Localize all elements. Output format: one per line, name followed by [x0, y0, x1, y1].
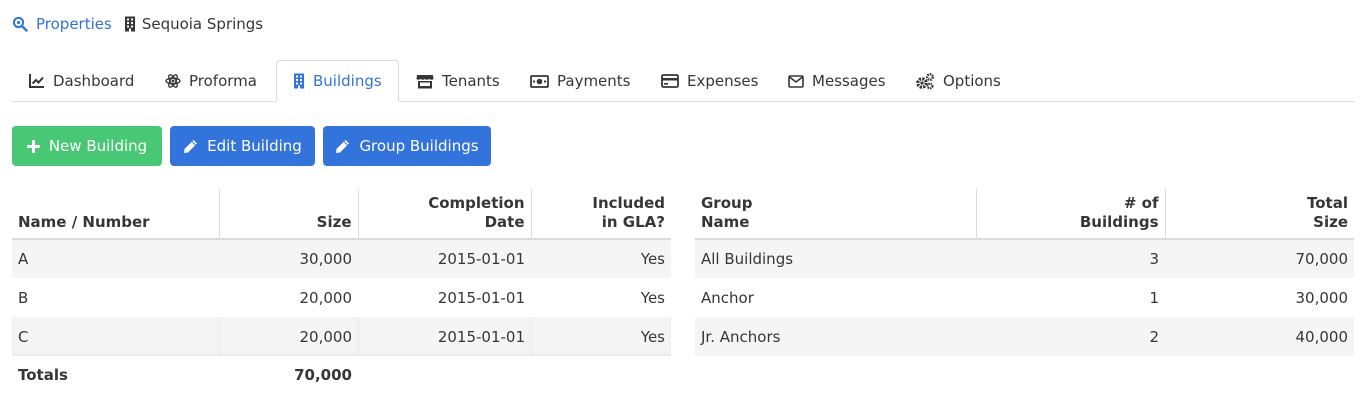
breadcrumb-properties-link[interactable]: Properties: [12, 15, 112, 33]
table-row[interactable]: A 30,000 2015-01-01 Yes: [12, 239, 671, 278]
pencil-icon: [336, 139, 350, 153]
tab-expenses[interactable]: Expenses: [661, 60, 758, 102]
table-row[interactable]: Anchor 1 30,000: [695, 278, 1354, 317]
building-icon: [294, 73, 304, 89]
cell-gla: Yes: [531, 317, 671, 356]
cell-size: 20,000: [299, 288, 353, 307]
store-icon: [416, 74, 434, 88]
breadcrumb: Properties Sequoia Springs: [12, 14, 263, 34]
tab-tenants-label: Tenants: [442, 72, 500, 90]
cell-group-name: Anchor: [701, 288, 754, 307]
cell-name: A: [12, 239, 219, 278]
tab-payments-label: Payments: [557, 72, 631, 90]
totals-empty-cell: [358, 356, 531, 394]
tab-buildings[interactable]: Buildings: [276, 60, 399, 102]
cell-gla: Yes: [640, 288, 665, 307]
tab-tenants[interactable]: Tenants: [416, 60, 500, 102]
envelope-icon: [788, 74, 804, 88]
header-name-number[interactable]: Name / Number: [12, 189, 219, 240]
table-header-row: Name / Number Size Completion Date Includ…: [12, 189, 671, 240]
cell-building-count: 3: [976, 239, 1165, 278]
tab-messages[interactable]: Messages: [788, 60, 886, 102]
table-row[interactable]: C 20,000 2015-01-01 Yes: [12, 317, 671, 356]
cell-name: B: [18, 288, 29, 307]
header-number-of-buildings[interactable]: # of Buildings: [975, 189, 1165, 240]
cell-group-name: Jr. Anchors: [695, 317, 976, 356]
atom-icon: [165, 74, 181, 88]
table-row[interactable]: Jr. Anchors 2 40,000: [695, 317, 1354, 356]
cell-name: C: [12, 317, 219, 356]
tab-bar: Dashboard Proforma Buildings Tenants Pay…: [12, 60, 1354, 102]
building-groups-table: Group Name # of Buildings Total Size All Bu…: [695, 189, 1354, 356]
totals-size: 70,000: [219, 356, 358, 394]
totals-row: Totals 70,000: [12, 356, 671, 394]
cell-building-count: 2: [976, 317, 1165, 356]
tab-expenses-label: Expenses: [687, 72, 759, 90]
cell-date: 2015-01-01: [358, 317, 531, 356]
totals-empty-cell: [531, 356, 671, 394]
money-bill-icon: [530, 74, 549, 88]
tab-payments[interactable]: Payments: [530, 60, 630, 102]
cell-size: 30,000: [219, 239, 358, 278]
header-included-in-gla[interactable]: Included in GLA?: [530, 189, 671, 240]
new-building-label: New Building: [48, 137, 148, 155]
breadcrumb-current-label: Sequoia Springs: [141, 15, 264, 33]
group-buildings-label: Group Buildings: [359, 137, 479, 155]
tab-options[interactable]: Options: [915, 60, 1001, 102]
tab-dashboard[interactable]: Dashboard: [29, 60, 134, 102]
breadcrumb-properties-label: Properties: [36, 15, 112, 33]
search-icon: [12, 16, 28, 32]
tab-options-label: Options: [943, 72, 1001, 90]
tab-dashboard-label: Dashboard: [53, 72, 135, 90]
header-group-name[interactable]: Group Name: [695, 189, 976, 240]
cell-size: 20,000: [219, 317, 358, 356]
cell-date: 2015-01-01: [358, 239, 531, 278]
cell-date: 2015-01-01: [437, 288, 525, 307]
tab-messages-label: Messages: [812, 72, 886, 90]
edit-building-button[interactable]: Edit Building: [170, 126, 315, 166]
header-completion-date[interactable]: Completion Date: [357, 189, 531, 240]
group-buildings-button[interactable]: Group Buildings: [323, 126, 491, 166]
header-size[interactable]: Size: [218, 189, 358, 240]
tab-buildings-label: Buildings: [313, 72, 382, 90]
credit-card-icon: [661, 74, 679, 88]
breadcrumb-current: Sequoia Springs: [124, 15, 263, 33]
cell-total-size: 70,000: [1165, 239, 1354, 278]
tab-proforma[interactable]: Proforma: [165, 60, 257, 102]
cell-group-name: All Buildings: [695, 239, 976, 278]
table-row[interactable]: B 20,000 2015-01-01 Yes: [12, 278, 671, 317]
tab-proforma-label: Proforma: [189, 72, 257, 90]
table-header-row: Group Name # of Buildings Total Size: [695, 189, 1354, 240]
new-building-button[interactable]: New Building: [12, 126, 162, 166]
buildings-table: Name / Number Size Completion Date Includ…: [12, 189, 671, 394]
cell-total-size: 40,000: [1165, 317, 1354, 356]
cell-total-size: 30,000: [1295, 288, 1349, 307]
cell-gla: Yes: [531, 239, 671, 278]
edit-building-label: Edit Building: [207, 137, 302, 155]
building-icon: [124, 16, 135, 32]
plus-icon: [26, 139, 40, 153]
totals-label: Totals: [12, 356, 219, 394]
header-total-size[interactable]: Total Size: [1164, 189, 1354, 240]
chart-line-icon: [29, 74, 44, 88]
pencil-icon: [184, 139, 198, 153]
table-row[interactable]: All Buildings 3 70,000: [695, 239, 1354, 278]
cell-building-count: 1: [1149, 288, 1159, 307]
cogs-icon: [916, 72, 934, 90]
